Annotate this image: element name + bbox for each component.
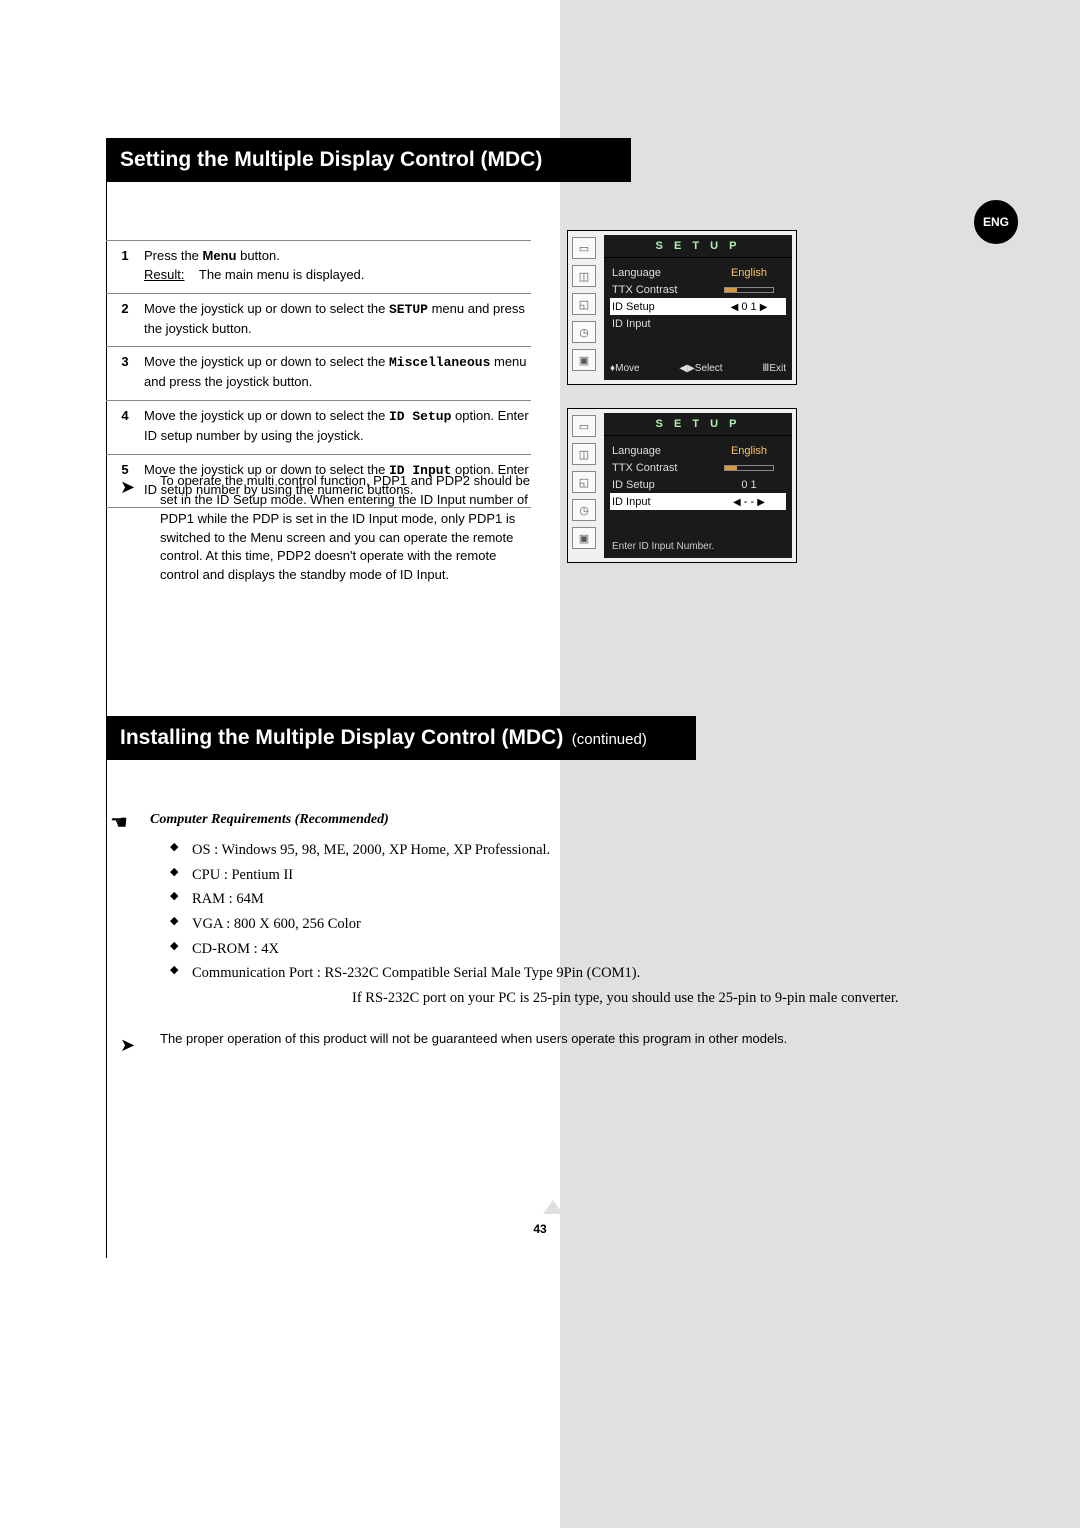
osd-setup-2: ▭ ◫ ◱ ◷ ▣ S E T U P Language English TTX… [567, 408, 797, 563]
osd-row-idinput: ID Input ◀ - - ▶ [610, 493, 786, 510]
step-row: 2 Move the joystick up or down to select… [106, 294, 531, 348]
title-1: Setting the Multiple Display Control (MD… [120, 148, 542, 171]
osd-row-ttx: TTX Contrast [610, 281, 786, 298]
steps-table: 1 Press the Menu button. Result: The mai… [106, 240, 531, 508]
osd-row-idsetup: ID Setup ◀ 0 1 ▶ [610, 298, 786, 315]
language-badge: ENG [974, 200, 1018, 244]
hand-icon: ☚ [110, 810, 128, 835]
req-item: CD-ROM : 4X [170, 937, 940, 962]
osd-contrast-bar [724, 287, 774, 293]
req-comm-sub: If RS-232C port on your PC is 25-pin typ… [192, 986, 940, 1011]
req-item: OS : Windows 95, 98, ME, 2000, XP Home, … [170, 838, 940, 863]
page-number: 43 [0, 1222, 1080, 1236]
osd-header: S E T U P [604, 235, 792, 258]
step-text: Press the Menu button. Result: The main … [136, 247, 531, 285]
step-row: 1 Press the Menu button. Result: The mai… [106, 240, 531, 294]
osd-header: S E T U P [604, 413, 792, 436]
osd-setup-1: ▭ ◫ ◱ ◷ ▣ S E T U P Language English TTX… [567, 230, 797, 385]
title-2: Installing the Multiple Display Control … [120, 726, 563, 749]
page-corner-triangle [543, 1200, 563, 1214]
osd-menu-icon: ◱ [572, 471, 596, 493]
requirements-list: OS : Windows 95, 98, ME, 2000, XP Home, … [170, 838, 940, 1010]
osd-menu-icon: ▭ [572, 237, 596, 259]
title-2-continued: (continued) [572, 731, 647, 748]
osd-contrast-bar [724, 465, 774, 471]
osd-row-language: Language English [610, 442, 786, 459]
osd-menu-icon: ▣ [572, 527, 596, 549]
osd-hint: Enter ID Input Number. [612, 541, 714, 552]
req-item-comm: Communication Port : RS-232C Compatible … [170, 961, 940, 1010]
osd-menu-icon: ◫ [572, 443, 596, 465]
note-icon: ➤ [120, 472, 160, 585]
osd-icon-col: ▭ ◫ ◱ ◷ ▣ [572, 237, 600, 371]
step-row: 3 Move the joystick up or down to select… [106, 347, 531, 401]
osd-row-language: Language English [610, 264, 786, 281]
osd-footer: ♦Move ◀▶Select ⅢExit [610, 363, 786, 374]
osd-menu-icon: ◫ [572, 265, 596, 287]
req-item: RAM : 64M [170, 887, 940, 912]
step-text: Move the joystick up or down to select t… [136, 353, 531, 392]
note-text: To operate the multi control function, P… [160, 472, 530, 585]
step-num: 2 [114, 300, 136, 339]
step-text: Move the joystick up or down to select t… [136, 300, 531, 339]
osd-menu-icon: ◷ [572, 499, 596, 521]
req-item: VGA : 800 X 600, 256 Color [170, 912, 940, 937]
osd-row-idinput: ID Input [610, 315, 786, 332]
note-icon: ➤ [120, 1030, 160, 1058]
osd-row-ttx: TTX Contrast [610, 459, 786, 476]
osd-menu-icon: ▣ [572, 349, 596, 371]
step-row: 4 Move the joystick up or down to select… [106, 401, 531, 455]
req-item: CPU : Pentium II [170, 863, 940, 888]
step-num: 1 [114, 247, 136, 285]
note-block-2: ➤ The proper operation of this product w… [120, 1030, 930, 1058]
osd-menu-icon: ◷ [572, 321, 596, 343]
osd-row-idsetup: ID Setup 0 1 [610, 476, 786, 493]
requirements-heading: Computer Requirements (Recommended) [150, 812, 389, 828]
step-num: 4 [114, 407, 136, 446]
note-block-1: ➤ To operate the multi control function,… [120, 472, 530, 585]
title-box-1: Setting the Multiple Display Control (MD… [106, 138, 631, 182]
osd-menu-icon: ◱ [572, 293, 596, 315]
step-text: Move the joystick up or down to select t… [136, 407, 531, 446]
step-num: 3 [114, 353, 136, 392]
note-text: The proper operation of this product wil… [160, 1030, 930, 1058]
title-box-2: Installing the Multiple Display Control … [106, 716, 696, 760]
osd-menu-icon: ▭ [572, 415, 596, 437]
osd-icon-col: ▭ ◫ ◱ ◷ ▣ [572, 415, 600, 549]
